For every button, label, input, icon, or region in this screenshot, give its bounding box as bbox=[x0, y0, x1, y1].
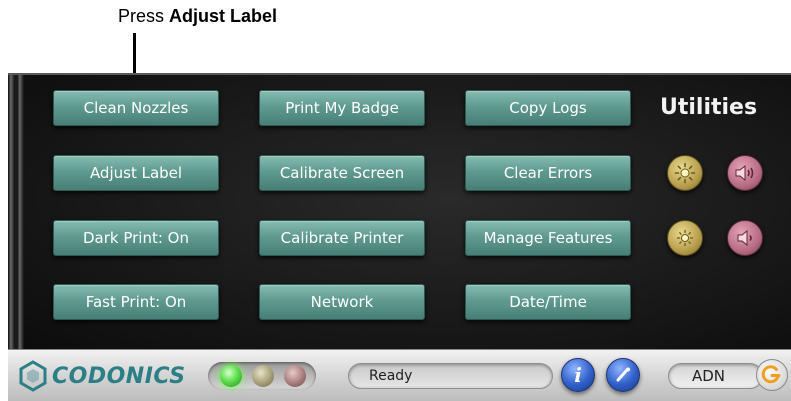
help-icon bbox=[616, 367, 630, 382]
adjust-label-button[interactable]: Adjust Label bbox=[53, 155, 219, 191]
brightness-up-button[interactable] bbox=[667, 155, 703, 191]
volume-up-icon bbox=[735, 164, 754, 182]
copy-logs-button[interactable]: Copy Logs bbox=[465, 90, 631, 126]
manage-features-button[interactable]: Manage Features bbox=[465, 220, 631, 256]
left-rail bbox=[8, 75, 15, 349]
info-button[interactable]: i bbox=[561, 358, 595, 392]
status-bar: CODONICS Ready i ADN bbox=[8, 349, 791, 401]
left-rail-inner bbox=[17, 75, 24, 349]
calibrate-screen-button[interactable]: Calibrate Screen bbox=[259, 155, 425, 191]
fast-print-button[interactable]: Fast Print: On bbox=[53, 284, 219, 320]
help-button[interactable] bbox=[606, 358, 640, 392]
page-title: Utilities bbox=[660, 95, 758, 120]
print-my-badge-button[interactable]: Print My Badge bbox=[259, 90, 425, 126]
callout-target: Adjust Label bbox=[169, 6, 278, 26]
logout-button[interactable] bbox=[756, 359, 788, 391]
calibrate-printer-button[interactable]: Calibrate Printer bbox=[259, 220, 425, 256]
brightness-down-button[interactable] bbox=[667, 220, 703, 256]
brand-logo: CODONICS bbox=[18, 359, 186, 393]
codonics-logo-icon bbox=[19, 360, 47, 392]
dark-print-button[interactable]: Dark Print: On bbox=[53, 220, 219, 256]
clear-errors-button[interactable]: Clear Errors bbox=[465, 155, 631, 191]
ready-indicator-light bbox=[220, 365, 242, 387]
status-message: Ready bbox=[348, 363, 553, 389]
volume-down-button[interactable] bbox=[727, 220, 763, 256]
network-button[interactable]: Network bbox=[259, 284, 425, 320]
user-id-field: ADN bbox=[668, 363, 763, 389]
status-indicators bbox=[208, 362, 316, 390]
callout-instruction: Press Adjust Label bbox=[118, 6, 277, 27]
brightness-down-icon bbox=[676, 229, 694, 247]
volume-down-icon bbox=[737, 229, 752, 247]
info-icon: i bbox=[574, 363, 582, 387]
error-indicator-light bbox=[284, 365, 306, 387]
brightness-up-icon bbox=[674, 162, 696, 184]
callout-prefix: Press bbox=[118, 6, 170, 26]
clean-nozzles-button[interactable]: Clean Nozzles bbox=[53, 90, 219, 126]
volume-up-button[interactable] bbox=[727, 155, 763, 191]
warning-indicator-light bbox=[252, 365, 274, 387]
brand-name: CODONICS bbox=[52, 363, 186, 389]
power-logout-icon bbox=[761, 365, 781, 384]
date-time-button[interactable]: Date/Time bbox=[465, 284, 631, 320]
